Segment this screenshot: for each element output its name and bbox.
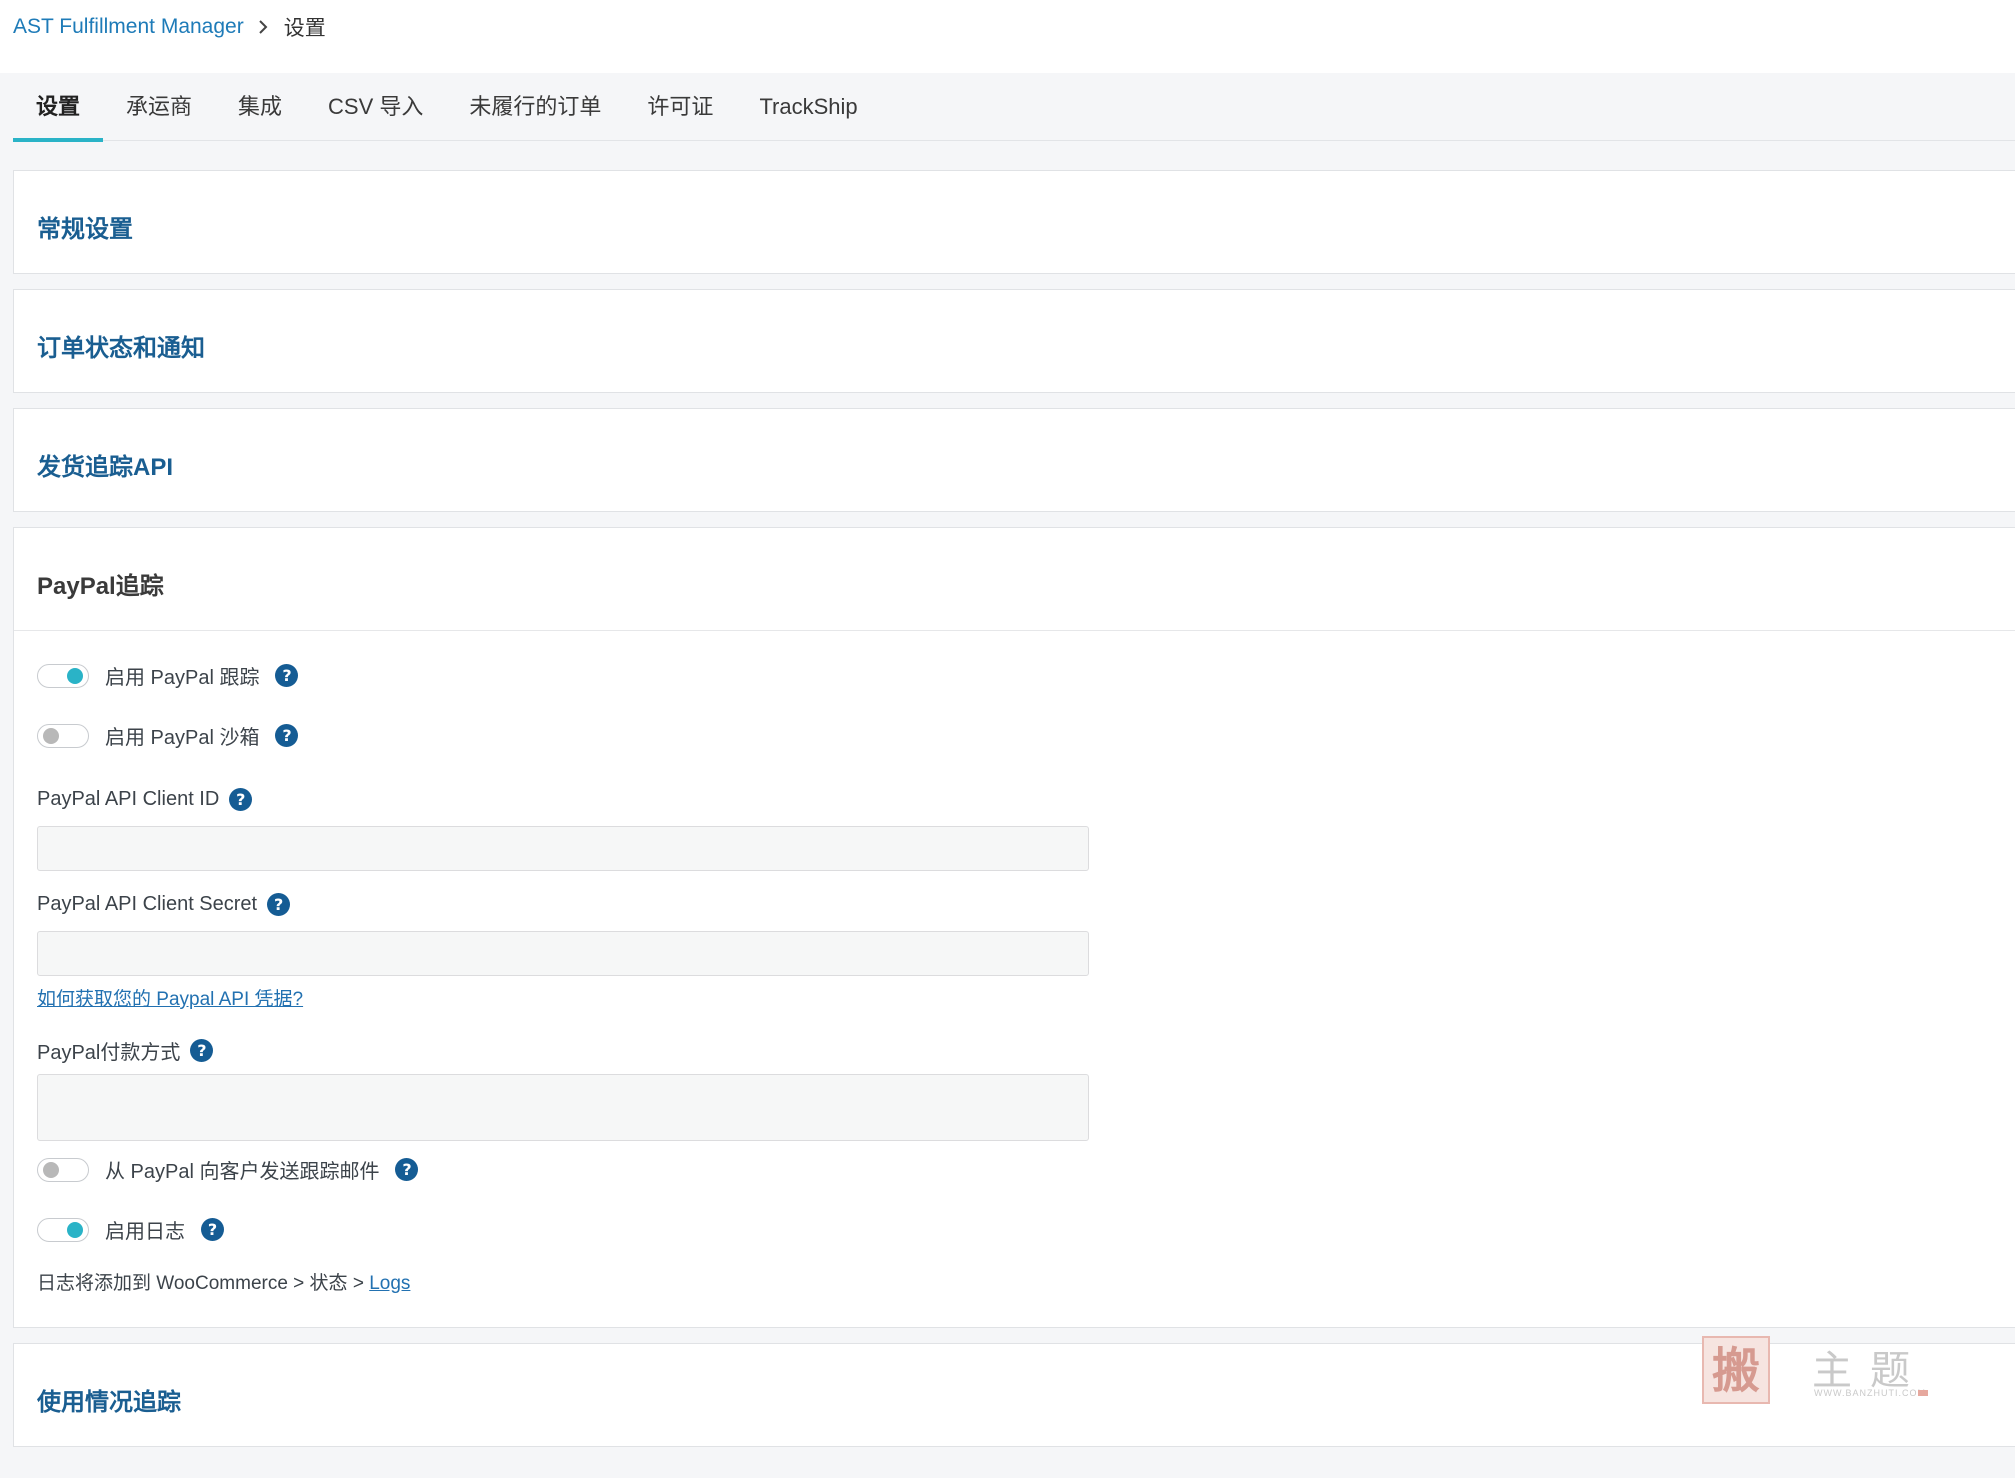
- watermark-dot: [1918, 1390, 1928, 1396]
- tab-trackship[interactable]: TrackShip: [736, 73, 880, 140]
- breadcrumb-current: 设置: [283, 17, 326, 40]
- help-icon[interactable]: ?: [229, 788, 253, 811]
- help-icon[interactable]: ?: [201, 1218, 224, 1241]
- enable-paypal-sandbox-toggle[interactable]: [37, 723, 89, 748]
- toggle-knob: [67, 667, 83, 684]
- panel-shipment-api[interactable]: 发货追踪API: [13, 408, 2015, 512]
- watermark-url: WWW.BANZHUTI.COM: [1814, 1388, 1926, 1398]
- help-icon[interactable]: ?: [275, 664, 299, 687]
- watermark-logo: 搬 主题 WWW.BANZHUTI.COM: [1702, 1336, 1934, 1404]
- help-icon[interactable]: ?: [395, 1158, 419, 1181]
- enable-log-label: 启用日志: [105, 1221, 185, 1243]
- panel-title-order-status[interactable]: 订单状态和通知: [37, 328, 205, 363]
- enable-paypal-tracking-toggle[interactable]: [37, 663, 89, 688]
- panel-title-shipment-api[interactable]: 发货追踪API: [37, 447, 173, 482]
- send-tracking-email-toggle[interactable]: [37, 1157, 89, 1182]
- client-secret-label: PayPal API Client Secret: [37, 893, 258, 915]
- top-bar: AST Fulfillment Manager 设置: [0, 0, 2015, 73]
- tab-csv-import[interactable]: CSV 导入: [305, 73, 446, 140]
- panel-divider: [14, 630, 2015, 631]
- help-icon[interactable]: ?: [190, 1039, 214, 1062]
- chevron-right-icon: [258, 20, 268, 34]
- panel-paypal-tracking: PayPal追踪 启用 PayPal 跟踪 ? 启用 PayPal 沙箱 ? P…: [13, 527, 2015, 1328]
- client-secret-label-row: PayPal API Client Secret ?: [37, 893, 291, 916]
- enable-log-toggle[interactable]: [37, 1217, 89, 1242]
- enable-paypal-sandbox-label: 启用 PayPal 沙箱: [105, 727, 260, 749]
- panel-title-general-settings[interactable]: 常规设置: [37, 209, 133, 244]
- toggle-knob: [43, 727, 59, 744]
- enable-paypal-sandbox-row: 启用 PayPal 沙箱 ?: [37, 721, 299, 750]
- client-secret-input[interactable]: [37, 931, 1089, 976]
- client-id-label-row: PayPal API Client ID ?: [37, 788, 253, 811]
- enable-paypal-tracking-label: 启用 PayPal 跟踪: [105, 667, 260, 689]
- tab-unfulfilled-orders[interactable]: 未履行的订单: [446, 73, 624, 140]
- breadcrumb-app-link[interactable]: AST Fulfillment Manager: [13, 15, 244, 39]
- tab-integrations[interactable]: 集成: [215, 73, 305, 140]
- settings-tabs: 设置 承运商 集成 CSV 导入 未履行的订单 许可证 TrackShip: [13, 73, 2015, 142]
- breadcrumb: AST Fulfillment Manager 设置: [13, 12, 326, 42]
- client-id-label: PayPal API Client ID: [37, 788, 220, 810]
- payment-methods-select[interactable]: [37, 1074, 1089, 1141]
- enable-paypal-tracking-row: 启用 PayPal 跟踪 ?: [37, 661, 299, 690]
- toggle-knob: [43, 1161, 59, 1178]
- help-icon[interactable]: ?: [275, 724, 299, 747]
- panel-title-paypal-tracking[interactable]: PayPal追踪: [37, 566, 164, 601]
- log-note: 日志将添加到 WooCommerce > 状态 > Logs: [37, 1268, 410, 1295]
- credentials-help-link[interactable]: 如何获取您的 Paypal API 凭据?: [37, 984, 303, 1011]
- tab-license[interactable]: 许可证: [624, 73, 736, 140]
- toggle-knob: [67, 1221, 83, 1238]
- tab-settings[interactable]: 设置: [13, 73, 104, 142]
- log-note-text: 日志将添加到 WooCommerce > 状态 >: [37, 1273, 370, 1294]
- enable-log-row: 启用日志 ?: [37, 1215, 224, 1244]
- send-tracking-email-label: 从 PayPal 向客户发送跟踪邮件: [105, 1161, 380, 1183]
- tab-carriers[interactable]: 承运商: [103, 73, 215, 140]
- panel-order-status[interactable]: 订单状态和通知: [13, 289, 2015, 393]
- panel-general-settings[interactable]: 常规设置: [13, 170, 2015, 274]
- payment-methods-label-row: PayPal付款方式 ?: [37, 1036, 214, 1065]
- send-email-row: 从 PayPal 向客户发送跟踪邮件 ?: [37, 1155, 419, 1184]
- panel-title-usage-tracking[interactable]: 使用情况追踪: [37, 1382, 181, 1417]
- help-icon[interactable]: ?: [267, 893, 291, 916]
- client-id-input[interactable]: [37, 826, 1089, 871]
- logs-link[interactable]: Logs: [369, 1273, 410, 1294]
- watermark-seal: 搬: [1702, 1336, 1770, 1404]
- payment-methods-label: PayPal付款方式: [37, 1042, 181, 1064]
